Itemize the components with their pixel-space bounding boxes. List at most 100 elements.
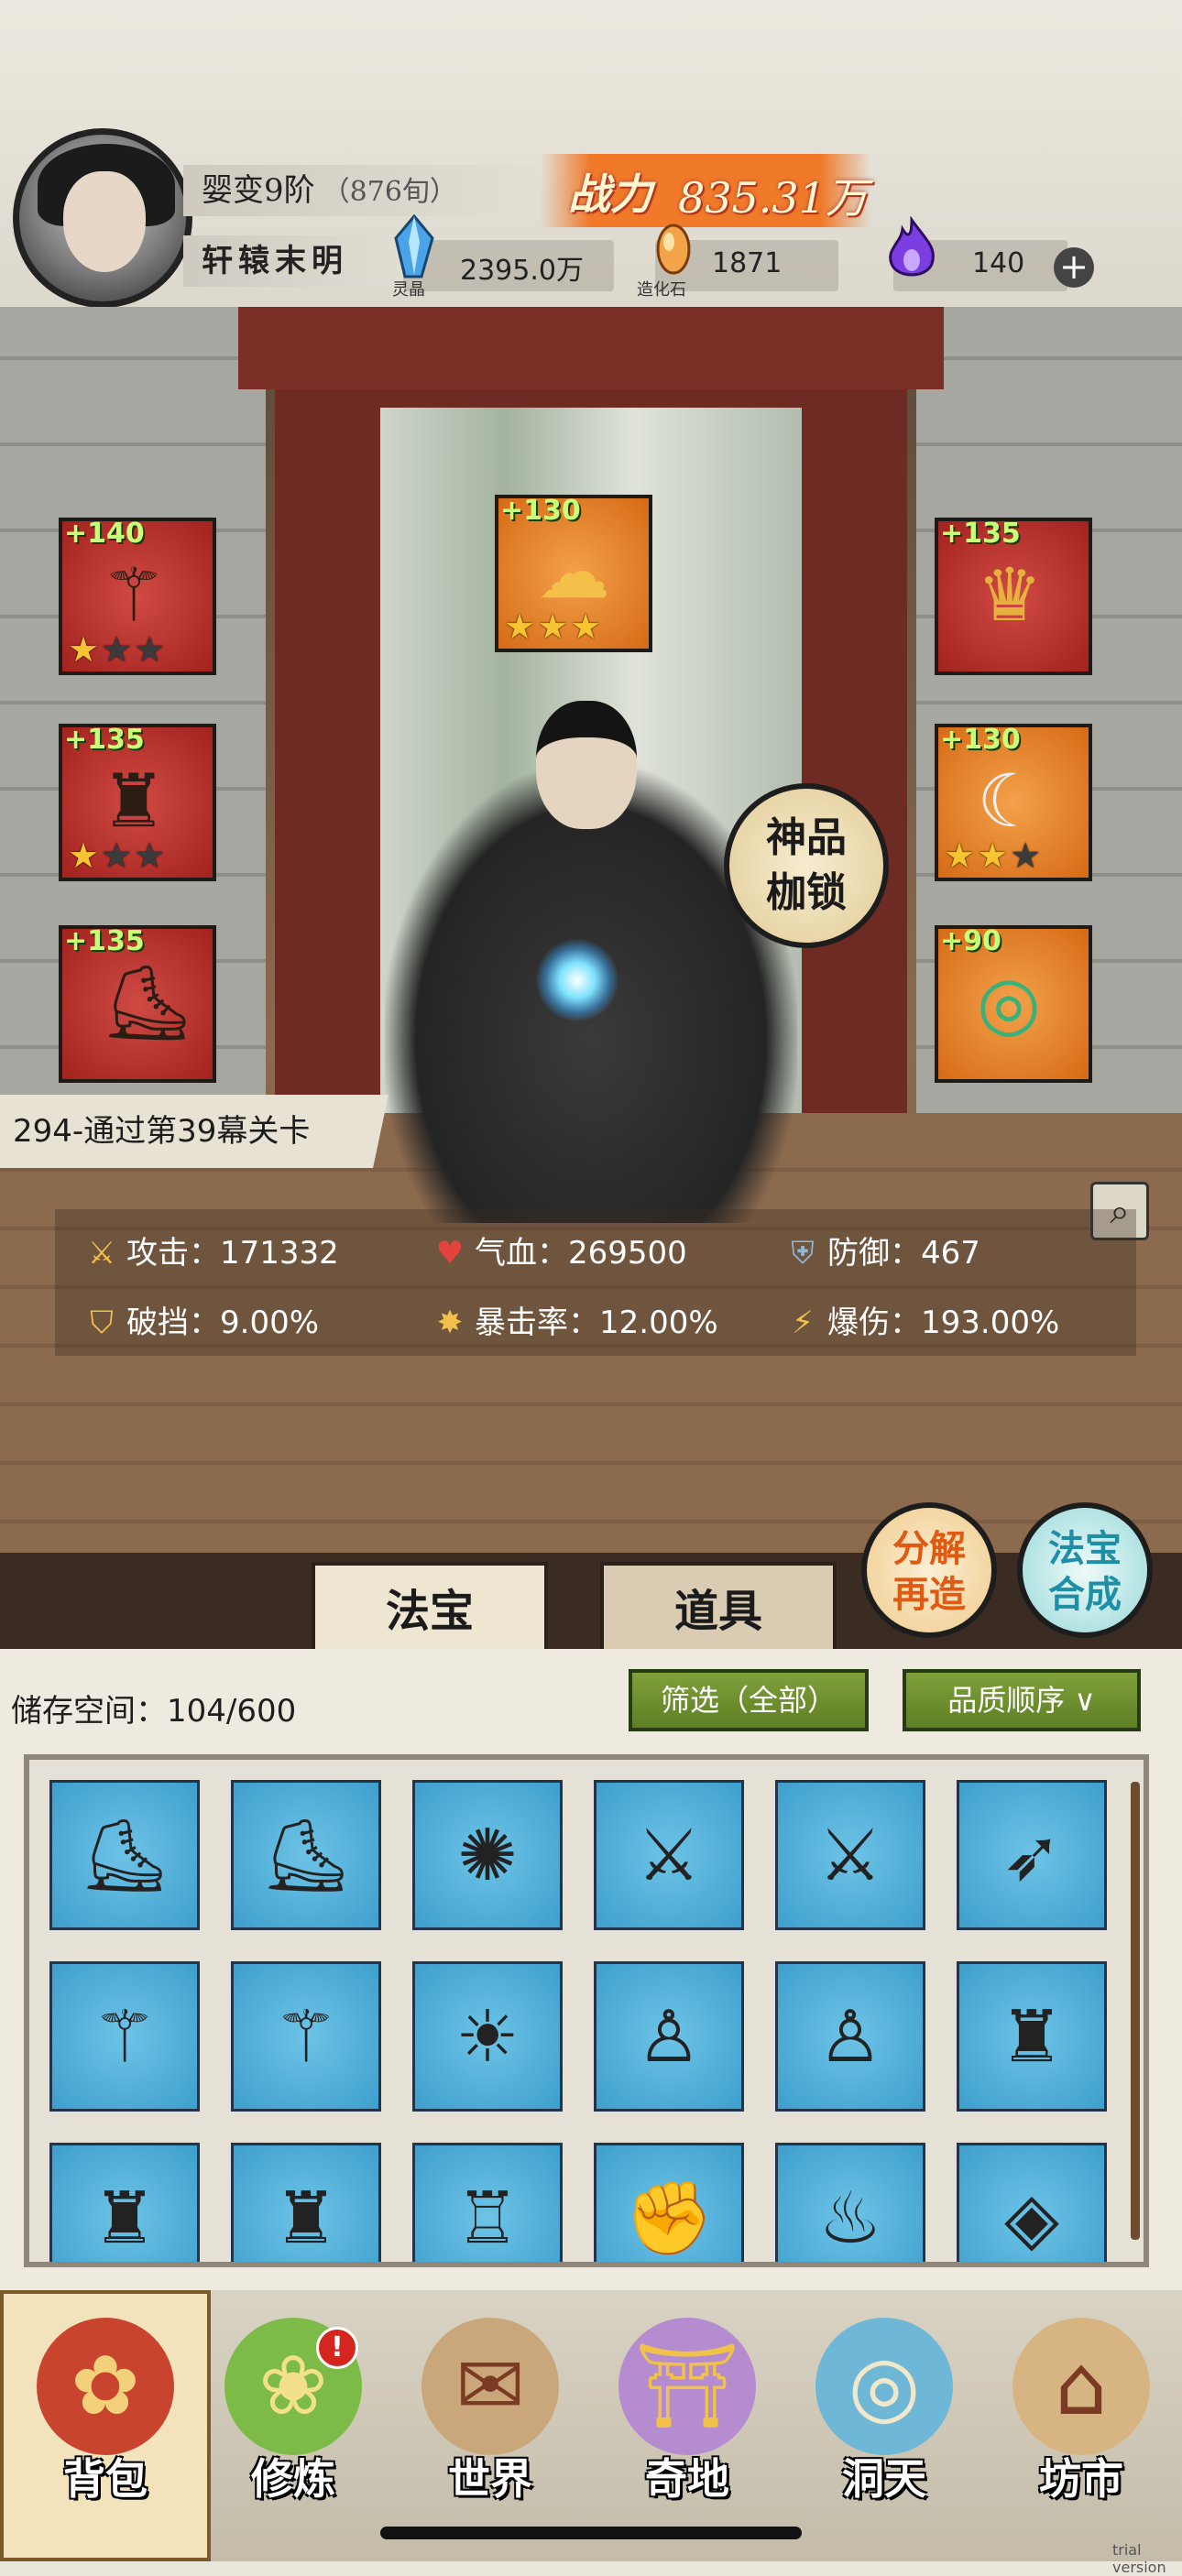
jade-ring-icon: ◎	[977, 960, 1041, 1045]
equipment-slot-ornament[interactable]: +130 ☁ ★★★	[495, 495, 652, 652]
door-beam	[238, 307, 944, 389]
white-armor-icon[interactable]: ♙	[594, 1961, 744, 2112]
glowing-orb	[536, 939, 618, 1021]
red-boots-icon[interactable]: ⛸	[49, 1780, 200, 1930]
resource-value: 140	[972, 247, 1025, 279]
crit-burst-icon: ✸	[436, 1304, 464, 1341]
ice-sword-icon[interactable]: ⚔	[594, 1780, 744, 1930]
slot-bonus: +130	[500, 495, 581, 527]
character-head	[536, 701, 637, 829]
watermark-text: trial version	[1112, 2541, 1166, 2576]
nav-wonderland[interactable]: ⛩ 奇地	[600, 2309, 774, 2538]
shield-icon: ⛨	[791, 1235, 815, 1272]
tab-treasures[interactable]: 法宝	[312, 1562, 548, 1654]
crown-headband-icon: ♛	[977, 552, 1043, 638]
slot-bonus: +90	[940, 925, 1001, 957]
dark-robe-icon[interactable]: ♜	[231, 2143, 381, 2262]
badge-line-1: 神品	[766, 814, 847, 861]
equipment-slot-boots[interactable]: +135 ⛸	[59, 925, 216, 1083]
resource-value: 1871	[712, 247, 783, 279]
badge-line-2: 枷锁	[766, 869, 847, 916]
broken-shield-icon: ⛉	[90, 1304, 114, 1341]
home-indicator[interactable]	[380, 2527, 802, 2539]
red-armor-icon[interactable]: ♜	[957, 1961, 1107, 2112]
purple-flame-icon	[889, 216, 935, 277]
dark-disc-icon[interactable]: ✺	[412, 1780, 563, 1930]
avatar-face	[63, 171, 146, 272]
player-avatar[interactable]	[13, 128, 192, 308]
golden-cloud-ornament-icon: ☁	[537, 529, 610, 615]
bag-icon: ✿	[37, 2318, 174, 2455]
sort-dropdown[interactable]: 品质顺序 ∨	[903, 1669, 1141, 1731]
slot-bonus: +135	[64, 925, 145, 957]
nav-label: 修炼	[251, 2454, 335, 2504]
equipment-slot-weapon[interactable]: +140 ⚚ ★★★	[59, 518, 216, 675]
inventory-scrollbar[interactable]	[1131, 1782, 1140, 2240]
realm-text: 婴变9阶	[202, 172, 315, 209]
nav-label: 奇地	[645, 2454, 729, 2504]
notification-badge: !	[316, 2327, 358, 2369]
golden-mask-icon[interactable]: ☀	[412, 1961, 563, 2112]
white-armor-icon[interactable]: ♙	[775, 1961, 925, 2112]
filter-button[interactable]: 筛选（全部）	[629, 1669, 869, 1731]
red-boots-icon[interactable]: ⛸	[231, 1780, 381, 1930]
inventory-grid: ⛸ ⛸ ✺ ⚔ ⚔ ➶ ⚚ ⚚ ☀ ♙ ♙ ♜ ♜ ♜ ♖ ✊ ♨ ◈	[24, 1754, 1149, 2267]
nav-label: 世界	[448, 2454, 532, 2504]
age-text: （876旬）	[322, 176, 457, 208]
nav-bag[interactable]: ✿ 背包	[18, 2309, 192, 2538]
robe-icon: ♜	[101, 759, 167, 844]
equipment-slot-pendant[interactable]: +130 ☾ ★★★	[935, 724, 1092, 881]
heart-icon: ♥	[435, 1235, 465, 1272]
nav-label: 坊市	[1039, 2454, 1123, 2504]
tab-bar	[0, 1553, 1182, 1649]
boots-icon: ⛸	[101, 960, 194, 1045]
nav-cave-heaven[interactable]: ◎ 洞天	[797, 2309, 971, 2538]
resource-creation-stone[interactable]: 造化石 1871	[637, 224, 838, 300]
decompose-button[interactable]: 分解 再造	[861, 1502, 997, 1638]
combat-power-label: 战力	[568, 169, 652, 219]
realm-plate: 婴变9阶 （876旬）	[183, 165, 541, 216]
nav-market[interactable]: ⌂ 坊市	[994, 2309, 1168, 2538]
cultivation-scene: +140 ⚚ ★★★ +130 ☁ ★★★ +135 ♛ +135 ♜ ★★★ …	[0, 307, 1182, 1553]
slot-bonus: +140	[64, 518, 145, 550]
stage-progress[interactable]: 294-通过第39幕关卡	[0, 1095, 389, 1168]
ice-sword-icon[interactable]: ⚔	[775, 1780, 925, 1930]
equipment-slot-ring[interactable]: +90 ◎	[935, 925, 1092, 1083]
portal-icon: ◎	[815, 2318, 953, 2455]
blue-crystal-icon	[394, 214, 434, 278]
star-rating: ★★★	[504, 606, 604, 647]
divine-shackle-badge[interactable]: 神品 枷锁	[724, 783, 889, 948]
add-resource-button[interactable]: +	[1054, 247, 1094, 288]
equipment-slot-head[interactable]: +135 ♛	[935, 518, 1092, 675]
equipment-slot-robe[interactable]: +135 ♜ ★★★	[59, 724, 216, 881]
resource-value: 2395.0万	[460, 255, 584, 287]
resource-purple-flame[interactable]: 140	[889, 216, 1067, 291]
combat-power-banner: 战力 835.31万	[541, 154, 870, 227]
dark-robe-icon[interactable]: ♜	[49, 2143, 200, 2262]
golden-staff-icon[interactable]: ⚚	[49, 1961, 200, 2112]
red-gauntlet-icon[interactable]: ✊	[594, 2143, 744, 2262]
resource-caption: 灵晶	[392, 280, 425, 300]
market-stall-icon: ⌂	[1012, 2318, 1150, 2455]
frost-bow-icon[interactable]: ➶	[957, 1780, 1107, 1930]
golden-staff-icon[interactable]: ⚚	[231, 1961, 381, 2112]
tab-items[interactable]: 道具	[600, 1562, 837, 1654]
player-name: 轩辕末明	[183, 235, 421, 287]
nav-world[interactable]: ✉ 世界	[403, 2309, 577, 2538]
chevron-down-icon: ∨	[1074, 1683, 1096, 1718]
sword-icon: ⚔	[87, 1235, 116, 1272]
synthesize-button[interactable]: 法宝 合成	[1017, 1502, 1153, 1638]
staff-icon: ⚚	[101, 552, 167, 638]
flame-boots-icon[interactable]: ♨	[775, 2143, 925, 2262]
stat-crit-rate: ✸ 暴击率：12.00%	[431, 1297, 718, 1342]
button-line-2: 合成	[1048, 1573, 1122, 1616]
storage-capacity: 储存空间：104/600	[11, 1693, 297, 1730]
red-bracer-icon[interactable]: ◈	[957, 2143, 1107, 2262]
gold-armor-icon[interactable]: ♖	[412, 2143, 563, 2262]
nav-label: 背包	[63, 2454, 148, 2504]
stat-defense: ⛨ 防御：467	[783, 1228, 980, 1272]
button-line-1: 分解	[892, 1527, 966, 1570]
stat-penetration: ⛉ 破挡：9.00%	[82, 1297, 319, 1342]
resource-spirit-crystal[interactable]: 灵晶 2395.0万	[392, 214, 614, 300]
stat-crit-damage: ⚡ 爆伤：193.00%	[783, 1297, 1059, 1342]
